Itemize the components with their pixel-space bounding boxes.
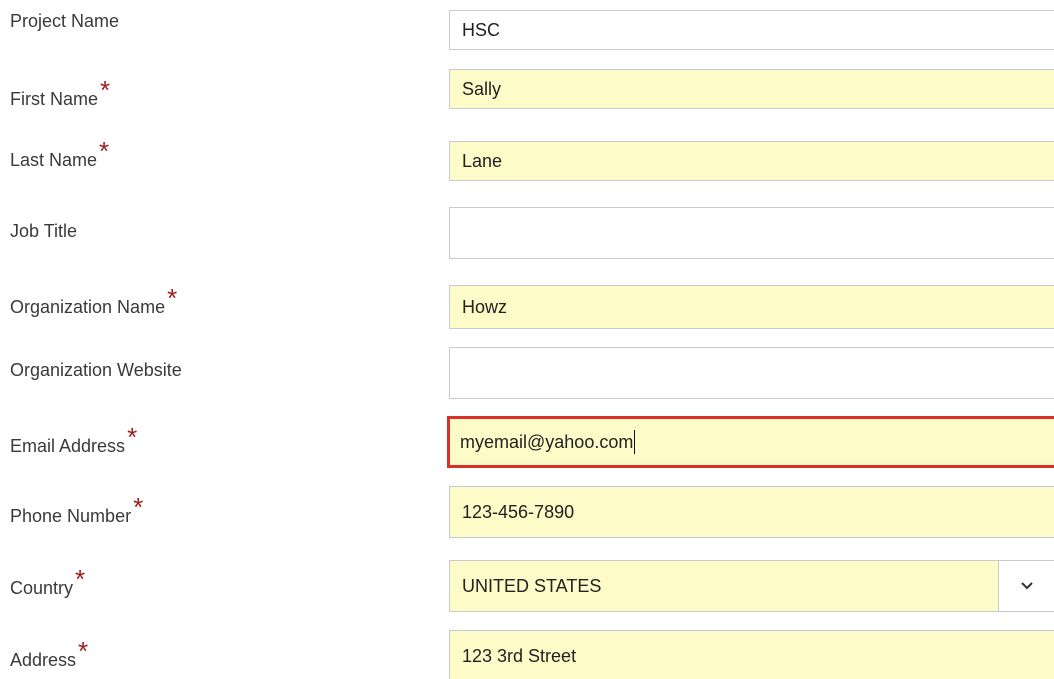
required-marker: * xyxy=(78,636,89,666)
address-input[interactable]: 123 3rd Street xyxy=(449,630,1054,679)
email-address-input[interactable]: myemail@yahoo.com xyxy=(447,416,1054,468)
email-address-label: Email Address* xyxy=(10,422,138,456)
country-dropdown-button[interactable] xyxy=(999,561,1054,611)
required-marker: * xyxy=(75,564,86,594)
text-cursor xyxy=(634,430,636,454)
job-title-input[interactable] xyxy=(449,207,1054,259)
required-marker: * xyxy=(99,136,110,166)
country-select[interactable]: UNITED STATES xyxy=(449,560,1054,612)
form-row-address: Address* 123 3rd Street xyxy=(0,630,1054,679)
form-row-last-name: Last Name* Lane xyxy=(0,130,1054,184)
contact-form: Project Name HSC First Name* Sally Last … xyxy=(0,0,1054,679)
project-name-input[interactable]: HSC xyxy=(449,10,1054,50)
required-marker: * xyxy=(133,492,144,522)
required-marker: * xyxy=(127,422,138,452)
phone-number-input[interactable]: 123-456-7890 xyxy=(449,486,1054,538)
form-row-project-name: Project Name HSC xyxy=(0,10,1054,64)
first-name-input[interactable]: Sally xyxy=(449,69,1054,109)
form-row-organization-website: Organization Website xyxy=(0,347,1054,401)
form-row-job-title: Job Title xyxy=(0,207,1054,261)
organization-website-label: Organization Website xyxy=(10,360,182,380)
form-row-first-name: First Name* Sally xyxy=(0,69,1054,123)
phone-number-label: Phone Number* xyxy=(10,492,144,526)
last-name-input[interactable]: Lane xyxy=(449,141,1054,181)
form-row-country: Country* UNITED STATES xyxy=(0,560,1054,614)
organization-name-input[interactable]: Howz xyxy=(449,285,1054,329)
job-title-label: Job Title xyxy=(10,221,78,241)
form-row-organization-name: Organization Name* Howz xyxy=(0,277,1054,331)
address-label: Address* xyxy=(10,636,89,670)
form-row-phone-number: Phone Number* 123-456-7890 xyxy=(0,486,1054,540)
organization-name-label: Organization Name* xyxy=(10,283,178,317)
country-select-value: UNITED STATES xyxy=(462,575,602,596)
required-marker: * xyxy=(100,75,111,105)
project-name-label: Project Name xyxy=(10,11,120,31)
chevron-down-icon xyxy=(1021,582,1033,590)
first-name-label: First Name* xyxy=(10,75,111,109)
last-name-label: Last Name* xyxy=(10,136,110,170)
required-marker: * xyxy=(167,283,178,313)
organization-website-input[interactable] xyxy=(449,347,1054,399)
country-label: Country* xyxy=(10,564,86,598)
form-row-email-address: Email Address* myemail@yahoo.com xyxy=(0,416,1054,470)
